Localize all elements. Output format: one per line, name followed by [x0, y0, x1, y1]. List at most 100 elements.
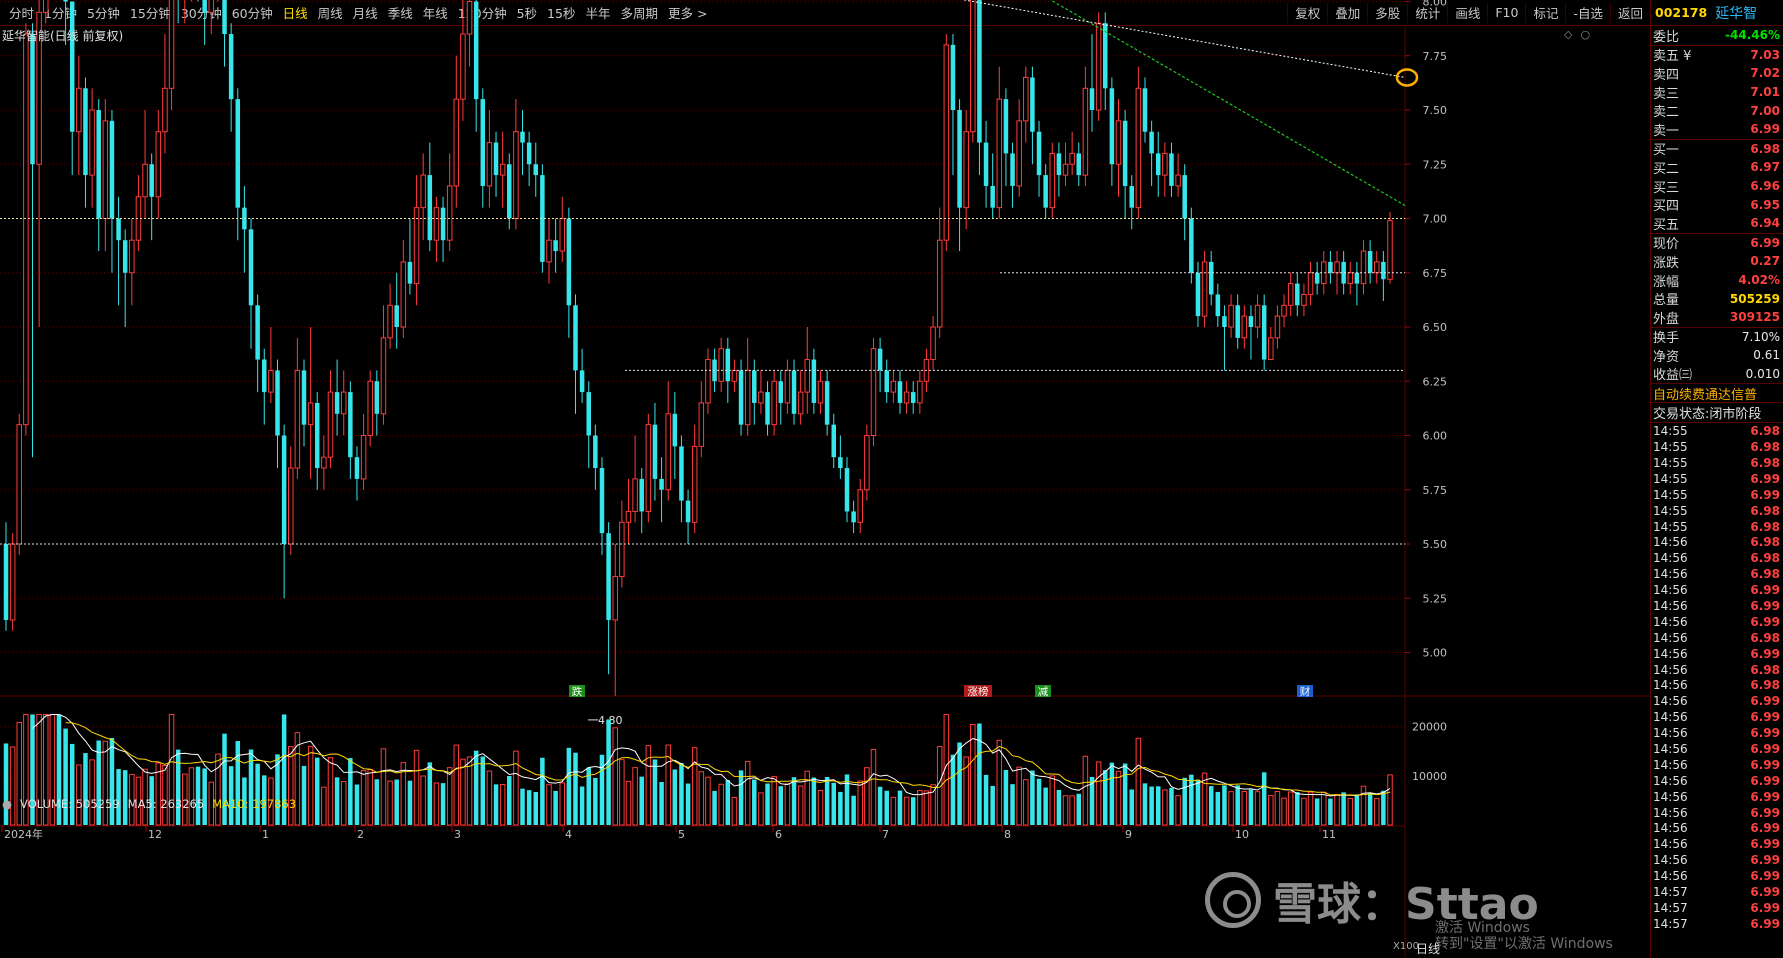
tick-row: 14:56 6.99 — [1651, 821, 1783, 837]
volume-bar-up — [923, 790, 930, 826]
volume-indicator-icon[interactable]: ● — [2, 797, 12, 811]
tick-time: 14:56 — [1653, 646, 1688, 661]
tick-time: 14:56 — [1653, 535, 1688, 550]
tick-price: 6.98 — [1750, 678, 1780, 693]
price-tick-label: 8.00 — [1423, 0, 1448, 9]
price-tick-label: 5.00 — [1423, 647, 1448, 660]
downtrend-line — [1049, 0, 1406, 206]
candle-body-down — [573, 305, 578, 371]
quote-panel: 002178 延华智 委比 -44.46% 卖五 ¥ 7.03 卖四 7.02 卖三 7.… — [1650, 0, 1783, 958]
candle-body-up — [619, 521, 625, 578]
candle-body-down — [235, 99, 241, 208]
volume-bar-up — [433, 782, 440, 826]
volume-bar-down — [791, 777, 797, 825]
volume-bar-down — [540, 757, 545, 825]
candle-body-up — [446, 185, 453, 241]
volume-bar-down — [1129, 789, 1134, 825]
volume-bar-down — [990, 785, 995, 825]
quote-label: 卖四 — [1653, 67, 1680, 83]
volume-bar-down — [884, 790, 889, 825]
quote-row: 卖五 ¥ 7.03 — [1651, 46, 1783, 65]
stock-name[interactable]: 延华智 — [1715, 3, 1757, 23]
date-tick-label: 10 — [1235, 828, 1249, 841]
volume-bar-down — [109, 738, 115, 825]
tick-time: 14:56 — [1653, 551, 1688, 566]
volume-bar-up — [903, 796, 910, 826]
volume-bar-down — [824, 776, 830, 825]
stock-code[interactable]: 002178 — [1655, 5, 1707, 20]
candle-body-up — [42, 0, 49, 13]
tick-time: 14:56 — [1653, 694, 1688, 709]
candle-body-down — [957, 110, 962, 208]
candle-body-down — [1109, 88, 1115, 165]
candle-body-down — [480, 99, 486, 186]
candle-body-down — [30, 34, 35, 165]
tick-list[interactable]: 14:55 6.98 14:55 6.98 14:55 6.98 14:55 6.99 14:5… — [1651, 423, 1783, 932]
tick-row: 14:57 6.99 — [1651, 900, 1783, 916]
quote-label: 卖五 ¥ — [1653, 49, 1692, 65]
candle-body-up — [380, 337, 387, 415]
candle-body-up — [665, 413, 671, 491]
candle-body-down — [1215, 294, 1221, 317]
volume-bar-down — [83, 753, 88, 825]
volume-bar-down — [1222, 785, 1227, 825]
volume-bar-up — [513, 750, 519, 826]
candle-body-up — [645, 424, 652, 512]
volume-bar-down — [354, 784, 360, 825]
candle-body-down — [1222, 316, 1227, 327]
volume-bar-down — [1235, 785, 1240, 825]
candle-body-down — [831, 424, 837, 458]
candle-body-up — [1301, 293, 1307, 306]
candle-body-down — [96, 110, 101, 219]
volume-bar-down — [1341, 792, 1346, 825]
volume-bar-down — [897, 790, 903, 825]
candle-body-up — [758, 391, 764, 404]
candle-body-up — [936, 239, 943, 328]
candle-body-down — [778, 381, 784, 403]
circle-icon[interactable]: ○ — [1580, 28, 1590, 41]
tick-row: 14:56 6.99 — [1651, 582, 1783, 598]
diamond-icon[interactable]: ◇ — [1564, 28, 1572, 41]
volume-bar-up — [162, 765, 168, 826]
candle-body-up — [744, 369, 751, 426]
volume-bar-down — [3, 743, 9, 825]
tick-time: 14:56 — [1653, 599, 1688, 614]
candle-body-up — [1307, 272, 1314, 295]
volume-bar-up — [1347, 797, 1354, 826]
price-tick-label: 7.25 — [1423, 158, 1448, 171]
candle-body-down — [1328, 261, 1333, 273]
volume-bar-up — [758, 792, 764, 826]
volume-bar-down — [738, 770, 744, 825]
date-tick-label: 9 — [1125, 828, 1132, 841]
candle-body-down — [222, 0, 227, 35]
volume-bar-down — [712, 790, 717, 825]
tick-time: 14:55 — [1653, 503, 1688, 518]
quote-label: 买三 — [1653, 180, 1680, 196]
quote-value: 6.95 — [1750, 197, 1780, 212]
notice-bar[interactable]: 自动续费通达信普 — [1651, 383, 1783, 404]
volume-bar-up — [731, 796, 738, 826]
volume-bar-down — [520, 788, 525, 825]
candle-body-down — [990, 185, 995, 208]
candle-body-down — [314, 402, 320, 469]
candle-body-up — [864, 435, 870, 491]
candle-body-up — [400, 261, 407, 328]
volume-bar-down — [507, 776, 512, 825]
volume-bar-down — [1354, 794, 1360, 825]
volume-tick-label: 20000 — [1412, 721, 1447, 734]
volume-bar-down — [877, 786, 883, 825]
volume-bar-down — [844, 774, 850, 825]
volume-bar-down — [1036, 778, 1042, 825]
tick-row: 14:56 6.99 — [1651, 836, 1783, 852]
kline-chart[interactable]: 10.5010.2510.009.759.509.259.008.758.508… — [0, 0, 1650, 958]
volume-bar-up — [1241, 791, 1248, 826]
date-tick-label: 3 — [454, 828, 461, 841]
tick-row: 14:56 6.99 — [1651, 598, 1783, 614]
volume-bar-down — [301, 765, 307, 825]
bottom-period-tab[interactable]: 日线 — [1416, 940, 1440, 957]
candle-body-down — [1367, 251, 1373, 273]
date-tick-label: 8 — [1004, 828, 1011, 841]
volume-bar-down — [235, 741, 241, 825]
volume-bar-up — [89, 759, 95, 826]
candle-body-up — [857, 489, 863, 523]
